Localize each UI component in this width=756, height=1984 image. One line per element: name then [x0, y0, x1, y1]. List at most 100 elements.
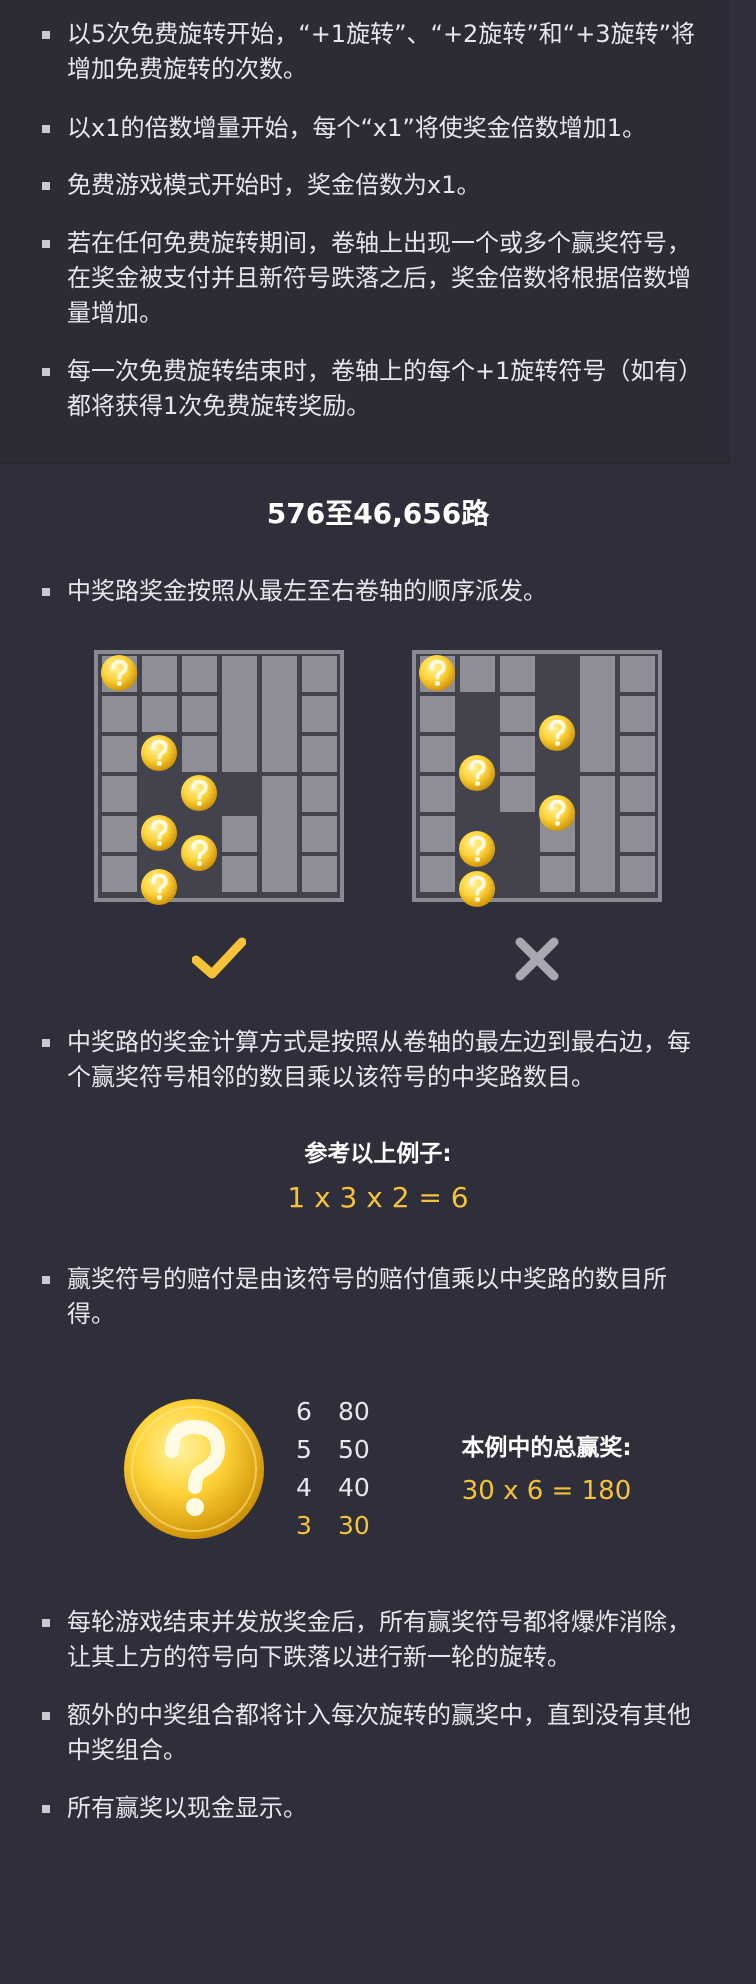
paytable-value: 30: [338, 1511, 370, 1540]
list-item: 中奖路奖金按照从最左至右卷轴的顺序派发。: [40, 574, 700, 609]
ways-heading: 576至46,656路: [266, 497, 490, 530]
paytable-value: 80: [338, 1397, 370, 1426]
list-item: 中奖路的奖金计算方式是按照从卷轴的最左边到最右边，每个赢奖符号相邻的数目乘以该符…: [40, 1025, 700, 1095]
reel-cell: [182, 656, 217, 692]
reel-cell: [420, 856, 455, 892]
total-win-formula: 30 x 6 = 180: [461, 1476, 632, 1506]
question-coin-icon: [140, 734, 178, 772]
list-item: 额外的中奖组合都将计入每次旋转的赢奖中，直到没有其他中奖组合。: [40, 1698, 700, 1768]
list-item: 每轮游戏结束并发放奖金后，所有赢奖符号都将爆炸消除，让其上方的符号向下跌落以进行…: [40, 1605, 700, 1675]
reel-cell: [420, 776, 455, 812]
question-coin-icon: [100, 654, 138, 692]
reel-cell: [580, 656, 615, 772]
reel-cell: [302, 776, 337, 812]
reel-cell: [102, 696, 137, 732]
bullet-icon: [42, 368, 50, 376]
reel-column: [220, 654, 259, 898]
reel-cell: [302, 816, 337, 852]
reel-cell: [262, 776, 297, 892]
bullet-icon: [42, 1619, 50, 1627]
reel-example-valid: [94, 650, 344, 906]
reel-column: [618, 654, 657, 898]
reel-cell: [302, 856, 337, 892]
reel-column: [260, 654, 299, 898]
bullet-icon: [42, 1712, 50, 1720]
reel-cell: [500, 696, 535, 732]
reel-cell: [460, 656, 495, 692]
question-coin-icon: [458, 870, 496, 908]
reel-cell: [620, 736, 655, 772]
example-formula: 1 x 3 x 2 = 6: [287, 1181, 469, 1214]
reel-cell: [142, 656, 177, 692]
reel-cell: [102, 776, 137, 812]
paytable-count: 6: [296, 1397, 312, 1426]
reel-cell: [302, 696, 337, 732]
list-item: 以5次免费旋转开始，“+1旋转”、“+2旋转”和“+3旋转”将增加免费旋转的次数…: [40, 17, 700, 87]
paytable-count: 3: [296, 1511, 312, 1540]
example-label: 参考以上例子:: [304, 1141, 452, 1167]
reel-column: [300, 654, 339, 898]
reel-cell: [620, 776, 655, 812]
reel-cell: [420, 736, 455, 772]
bullet-icon: [42, 31, 50, 39]
reel-column: [578, 654, 617, 898]
bullet-icon: [42, 240, 50, 248]
total-win-label: 本例中的总赢奖:: [461, 1435, 632, 1461]
question-coin-icon: [124, 1399, 264, 1539]
question-coin-icon: [538, 794, 576, 832]
reel-cell: [620, 856, 655, 892]
bullet-icon: [42, 588, 50, 596]
reel-cell: [262, 656, 297, 772]
question-coin-icon: [418, 654, 456, 692]
paytable-count: 5: [296, 1435, 312, 1464]
question-coin-icon: [458, 830, 496, 868]
reel-cell: [620, 816, 655, 852]
reel-cell: [302, 656, 337, 692]
reel-cell: [500, 656, 535, 692]
question-coin-icon: [458, 754, 496, 792]
reel-cell: [182, 736, 217, 772]
reel-cell: [580, 776, 615, 892]
bullet-icon: [42, 1039, 50, 1047]
bullet-icon: [42, 125, 50, 133]
reel-example-invalid: [412, 650, 662, 908]
list-item: 若在任何免费旋转期间，卷轴上出现一个或多个赢奖符号，在奖金被支付并且新符号跌落之…: [40, 226, 700, 331]
list-item: 所有赢奖以现金显示。: [40, 1791, 700, 1826]
reel-column: [140, 654, 179, 898]
reel-cell: [620, 656, 655, 692]
reel-cell: [222, 816, 257, 852]
reel-cell: [102, 816, 137, 852]
question-coin-icon: [180, 834, 218, 872]
paytable-value: 50: [338, 1435, 370, 1464]
reel-cell: [142, 696, 177, 732]
bullet-icon: [42, 182, 50, 190]
question-coin-icon: [180, 774, 218, 812]
question-coin-icon: [140, 868, 178, 906]
reel-column: [498, 654, 537, 898]
bullet-icon: [42, 1805, 50, 1813]
reel-cell: [182, 696, 217, 732]
reel-cell: [102, 856, 137, 892]
cross-icon: [515, 937, 559, 981]
reel-cell: [222, 856, 257, 892]
list-item: 赢奖符号的赔付是由该符号的赔付值乘以中奖路的数目所得。: [40, 1262, 700, 1332]
paytable-value: 40: [338, 1473, 370, 1502]
question-coin-icon: [140, 814, 178, 852]
bullet-icon: [42, 1276, 50, 1284]
list-item: 免费游戏模式开始时，奖金倍数为x1。: [40, 168, 700, 203]
reel-column: [538, 654, 577, 898]
reel-cell: [102, 736, 137, 772]
reel-cell: [540, 856, 575, 892]
list-item: 每一次免费旋转结束时，卷轴上的每个+1旋转符号（如有）都将获得1次免费旋转奖励。: [40, 354, 700, 424]
question-coin-icon: [538, 714, 576, 752]
reel-cell: [500, 736, 535, 772]
reel-cell: [620, 696, 655, 732]
reel-cell: [420, 816, 455, 852]
section-divider: [0, 462, 730, 464]
paytable-count: 4: [296, 1473, 312, 1502]
reel-cell: [302, 736, 337, 772]
check-icon: [192, 937, 246, 979]
reel-cell: [222, 656, 257, 772]
list-item: 以x1的倍数增量开始，每个“x1”将使奖金倍数增加1。: [40, 111, 700, 146]
reel-cell: [500, 776, 535, 812]
